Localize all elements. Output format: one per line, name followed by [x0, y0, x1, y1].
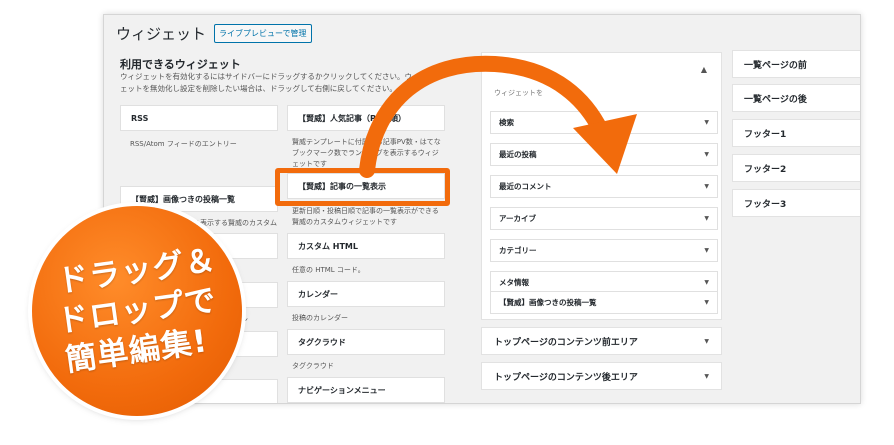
header: ウィジェット ライブプレビューで管理 [116, 23, 312, 44]
area-list-after[interactable]: 一覧ページの後 [732, 84, 860, 112]
sidebar-widget-label: アーカイブ [499, 214, 537, 223]
widget-nav-menu[interactable]: ナビゲーションメニュー [287, 377, 445, 403]
area-label: トップページのコンテンツ前エリア [494, 337, 638, 348]
sidebar-widget-categories[interactable]: カテゴリー ▼ [490, 239, 718, 262]
widget-tagcloud[interactable]: タグクラウド [287, 329, 445, 355]
drag-arrow-icon [359, 55, 637, 178]
widget-calendar-desc: 投稿のカレンダー [292, 314, 348, 322]
caret-down-icon[interactable]: ▼ [704, 338, 709, 345]
caret-down-icon[interactable]: ▼ [704, 279, 709, 286]
page-title: ウィジェット [116, 25, 207, 43]
widget-rss[interactable]: RSS [120, 105, 278, 131]
caret-down-icon[interactable]: ▼ [704, 183, 709, 190]
area-footer-3[interactable]: フッター3 [732, 189, 860, 217]
widget-custom-html-desc: 任意の HTML コード。 [292, 266, 365, 274]
caret-down-icon[interactable]: ▼ [704, 373, 709, 380]
area-top-before[interactable]: トップページのコンテンツ前エリア ▼ [481, 327, 722, 355]
sidebar-widget-archives[interactable]: アーカイブ ▼ [490, 207, 718, 230]
widget-calendar[interactable]: カレンダー [287, 281, 445, 307]
caret-down-icon[interactable]: ▼ [704, 247, 709, 254]
collapse-caret-icon[interactable]: ▲ [701, 65, 707, 74]
area-footer-2[interactable]: フッター2 [732, 154, 860, 182]
widget-tagcloud-desc: タグクラウド [292, 362, 334, 370]
area-label: トップページのコンテンツ後エリア [494, 372, 638, 383]
live-preview-button[interactable]: ライブプレビューで管理 [214, 24, 312, 43]
widget-post-list-desc: 更新日順・投稿日順で記事の一覧表示ができる賢威のカスタムウィジェットです [292, 207, 439, 226]
sidebar-widget-label: 最近のコメント [499, 182, 552, 191]
caret-down-icon[interactable]: ▼ [704, 299, 709, 306]
area-list-before[interactable]: 一覧ページの前 [732, 50, 860, 78]
sidebar-widget-label: メタ情報 [499, 278, 529, 287]
sidebar-widget-thumb-posts[interactable]: 【賢威】画像つきの投稿一覧 ▼ [490, 291, 718, 314]
caret-down-icon[interactable]: ▼ [704, 151, 709, 158]
available-widgets-title: 利用できるウィジェット [120, 58, 241, 71]
widget-custom-html[interactable]: カスタム HTML [287, 233, 445, 259]
caret-down-icon[interactable]: ▼ [704, 119, 709, 126]
widget-rss-desc: RSS/Atom フィードのエントリー [130, 140, 237, 148]
caret-down-icon[interactable]: ▼ [704, 215, 709, 222]
area-top-after[interactable]: トップページのコンテンツ後エリア ▼ [481, 362, 722, 390]
sidebar-widget-label: 【賢威】画像つきの投稿一覧 [499, 298, 597, 307]
sidebar-widget-label: カテゴリー [499, 246, 537, 255]
promo-badge: ドラッグ＆ ドロップで 簡単編集! [32, 206, 242, 416]
area-footer-1[interactable]: フッター1 [732, 119, 860, 147]
